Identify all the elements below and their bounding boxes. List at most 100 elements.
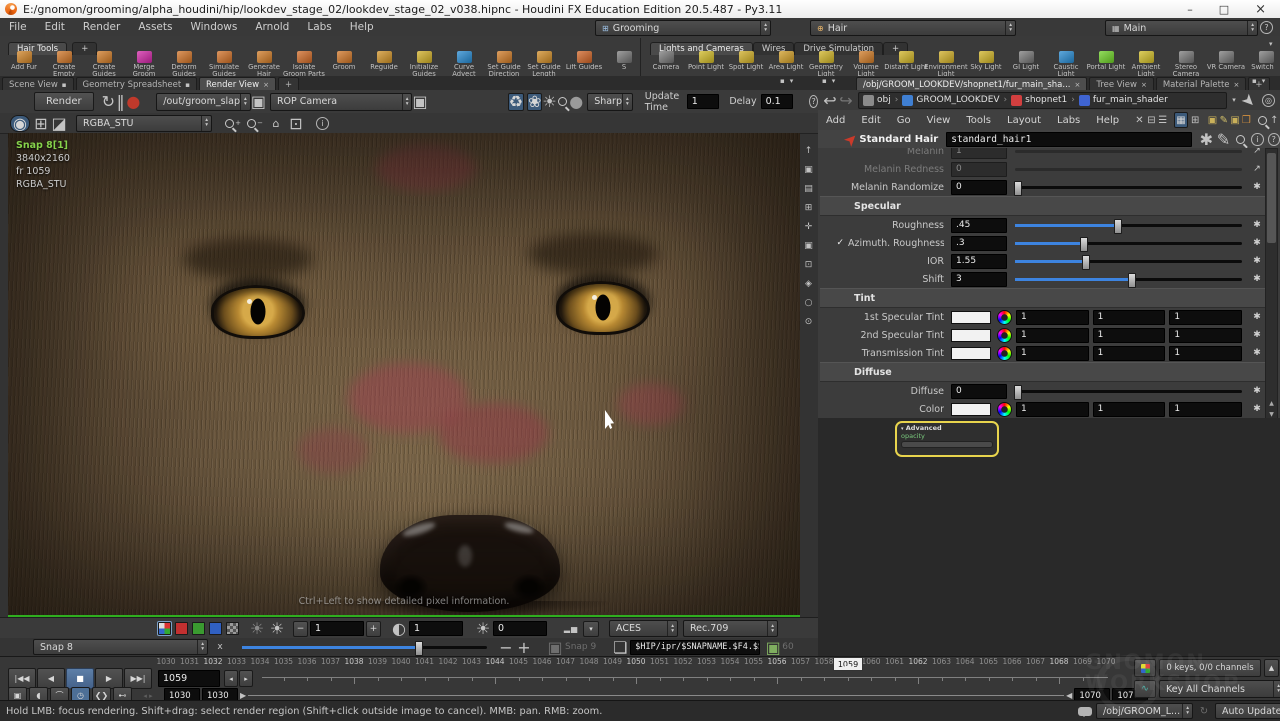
rendered-image[interactable]: Snap 8[1] 3840x2160 fr 1059 RGBA_STU Ctr…	[8, 133, 800, 615]
menu-file[interactable]: File	[0, 18, 36, 36]
blend-minus-icon[interactable]: −	[497, 638, 515, 657]
asset-icon[interactable]: ❒	[1241, 115, 1252, 126]
desktop-main-select[interactable]: ▦ Main▴▾	[1105, 20, 1258, 36]
timeline-ticks[interactable]	[262, 677, 1108, 686]
left-pane-controls[interactable]: ▪▾	[780, 77, 793, 85]
gamma-plus-button[interactable]: +	[366, 621, 381, 637]
crosshair-strip-icon[interactable]: ✛	[805, 222, 813, 232]
playhead-marker[interactable]: 1059	[833, 657, 863, 671]
zoom-out-icon[interactable]: −	[244, 119, 266, 128]
menu-windows[interactable]: Windows	[181, 18, 246, 36]
grid-strip-icon[interactable]: ⊞	[805, 203, 813, 213]
desktop-grooming-select[interactable]: ⊞ Grooming▴▾	[595, 20, 771, 36]
param-slider[interactable]	[1015, 186, 1242, 189]
color-component-field[interactable]: 1	[1169, 310, 1242, 325]
param-value-field[interactable]: 3	[951, 272, 1007, 287]
delay-field[interactable]: 0.1	[761, 94, 794, 109]
network-editor[interactable]: ▾ Advanced opacity	[818, 418, 1280, 656]
range-left-handle[interactable]: ▶	[240, 691, 246, 700]
param-slider[interactable]	[1015, 168, 1242, 171]
flipbook-icon[interactable]: ▤	[804, 184, 813, 194]
tab-dot-icon[interactable]: ▪	[185, 81, 190, 89]
breadcrumb-fur-main-shader[interactable]: fur_main_shader	[1079, 95, 1168, 106]
rop-select[interactable]: /out/groom_slap▴▾	[156, 93, 251, 111]
param-value-field[interactable]: 0	[951, 162, 1007, 177]
param-slider[interactable]	[1015, 224, 1242, 227]
list-icon[interactable]: ☰	[1157, 115, 1168, 126]
animation-curve-icon[interactable]: ∿	[1134, 680, 1156, 698]
color-component-field[interactable]: 1	[1169, 328, 1242, 343]
color-wheel-icon[interactable]	[997, 310, 1012, 325]
param-slider[interactable]	[1015, 260, 1242, 263]
menu-render[interactable]: Render	[74, 18, 129, 36]
tab-close-icon[interactable]: ×	[1075, 81, 1081, 89]
render-help-icon[interactable]: ?	[809, 95, 818, 108]
color-component-field[interactable]: 1	[1169, 402, 1242, 417]
parm-search-icon[interactable]	[1232, 135, 1249, 144]
blend-plus-icon[interactable]: +	[515, 638, 533, 657]
target-strip-icon[interactable]: ⊙	[805, 317, 813, 327]
magnify-icon[interactable]	[557, 97, 570, 106]
gamma-minus-button[interactable]: −	[293, 621, 308, 637]
image-plane-select[interactable]: RGBA_STU▴▾	[76, 115, 212, 132]
param-value-field[interactable]: .3	[951, 236, 1007, 251]
go-start-button[interactable]: |◀◀	[8, 668, 36, 689]
color-component-field[interactable]: 1	[1016, 402, 1089, 417]
gallery-icon[interactable]: ▣	[1229, 115, 1240, 126]
color-wheel-icon[interactable]	[997, 402, 1012, 417]
tools-icon[interactable]: ✕	[1133, 115, 1146, 126]
brush-icon[interactable]: ✎	[1215, 130, 1232, 149]
pane-tab-scene-view[interactable]: Scene View▪	[2, 77, 74, 91]
gear-icon[interactable]: ✱	[1198, 130, 1215, 149]
update-mode-select[interactable]: Auto Update▴▾	[1215, 703, 1280, 719]
menu-assets[interactable]: Assets	[129, 18, 181, 36]
param-slider[interactable]	[1015, 278, 1242, 281]
color-component-field[interactable]: 1	[1016, 310, 1089, 325]
tab-close-icon[interactable]: ×	[1234, 81, 1240, 89]
render-lights-icon[interactable]: ☀	[542, 92, 556, 111]
go-end-button[interactable]: ▶▶|	[124, 668, 152, 689]
render-button[interactable]: Render	[34, 92, 94, 111]
param-gear-icon[interactable]: ✱	[1250, 274, 1264, 284]
contrast-icon[interactable]: ◐	[389, 619, 409, 638]
snapshot-close-icon[interactable]: x	[212, 642, 228, 652]
snapshot-select[interactable]: Snap 8▴▾	[33, 639, 208, 655]
restart-render-icon[interactable]: ↻	[102, 92, 115, 111]
net-menu-help[interactable]: Help	[1088, 115, 1127, 126]
param-gear-icon[interactable]: ✱	[1250, 312, 1264, 322]
net-menu-view[interactable]: View	[919, 115, 959, 126]
menu-edit[interactable]: Edit	[36, 18, 74, 36]
tree-icon[interactable]: ⊟	[1146, 115, 1157, 126]
param-value-field[interactable]: .45	[951, 218, 1007, 233]
snapshot-strip-icon[interactable]: ▣	[804, 165, 813, 175]
param-gear-icon[interactable]: ✱	[1250, 220, 1264, 230]
zoom-in-icon[interactable]: +	[222, 119, 244, 128]
next-frame-button[interactable]: ▸	[239, 670, 253, 687]
parameter-scrollbar[interactable]: ▲ ▼	[1265, 148, 1278, 420]
snapshot-path-field[interactable]: $HIP/ipr/$SNAPNAME.$F4.$S	[630, 640, 760, 655]
tile-view-icon[interactable]: ⊞	[1190, 115, 1201, 126]
menu-help[interactable]: Help	[341, 18, 383, 36]
pane-tab-material-palette[interactable]: Material Palette×	[1156, 77, 1247, 91]
shelf-overflow-icon[interactable]: ▾	[1269, 40, 1273, 48]
circle-strip-icon[interactable]: ○	[805, 298, 813, 308]
sharpness-select[interactable]: Sharp▴▾	[587, 93, 633, 111]
help-icon[interactable]: ?	[1260, 21, 1273, 34]
keys-up-icon[interactable]: ▲	[1264, 659, 1279, 677]
color-swatch[interactable]	[951, 311, 991, 324]
channel-red-icon[interactable]	[175, 622, 188, 635]
context-select[interactable]: /obj/GROOM_L...▴▾	[1096, 703, 1193, 719]
layer-strip-icon[interactable]: ◈	[805, 279, 812, 289]
split-view-icon[interactable]: ◪	[50, 114, 68, 133]
tab-close-icon[interactable]: ×	[1141, 81, 1147, 89]
net-menu-edit[interactable]: Edit	[853, 115, 888, 126]
color-correction-icon[interactable]: ❀	[527, 93, 542, 111]
range-bar[interactable]	[248, 695, 1064, 696]
param-ref-icon[interactable]: ↗	[1250, 148, 1264, 156]
back-icon[interactable]: ↩	[822, 91, 838, 110]
range-right-handle[interactable]: ◀	[1066, 691, 1072, 700]
right-pane-controls-2[interactable]: ▪▾	[1252, 77, 1265, 85]
color-component-field[interactable]: 1	[1093, 346, 1166, 361]
pane-tab-render-view[interactable]: Render View×	[199, 77, 276, 91]
region-icon[interactable]: ▣	[804, 241, 813, 251]
